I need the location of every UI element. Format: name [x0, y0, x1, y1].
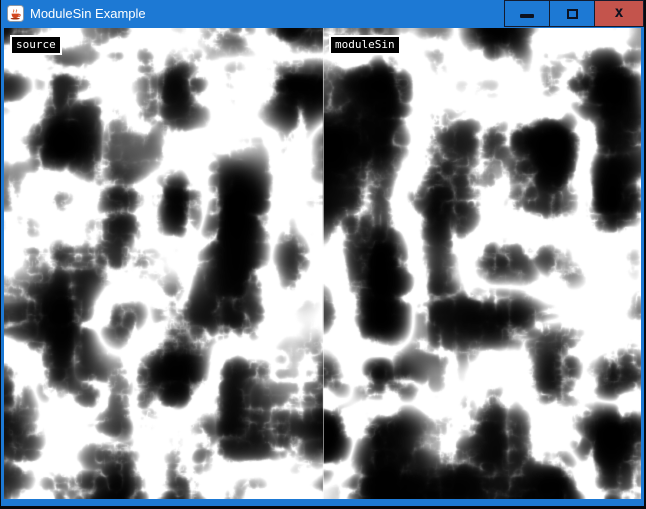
window-title: ModuleSin Example [30, 0, 146, 28]
titlebar-buttons: x [504, 0, 644, 28]
label-modulesin: moduleSin [329, 35, 401, 55]
minimize-button[interactable] [504, 0, 549, 27]
render-area: source moduleSin [4, 28, 641, 499]
java-coffee-cup-icon [7, 5, 24, 22]
panel-divider [323, 28, 324, 499]
label-source: source [10, 35, 62, 55]
maximize-icon [567, 9, 578, 19]
window-outer-frame: ModuleSin Example x source moduleSin [0, 0, 646, 509]
titlebar[interactable]: ModuleSin Example x [1, 0, 644, 28]
close-icon: x [614, 5, 623, 20]
maximize-button[interactable] [549, 0, 594, 27]
app-window: ModuleSin Example x source moduleSin [1, 0, 644, 506]
close-button[interactable]: x [594, 0, 644, 27]
minimize-icon [520, 14, 534, 18]
